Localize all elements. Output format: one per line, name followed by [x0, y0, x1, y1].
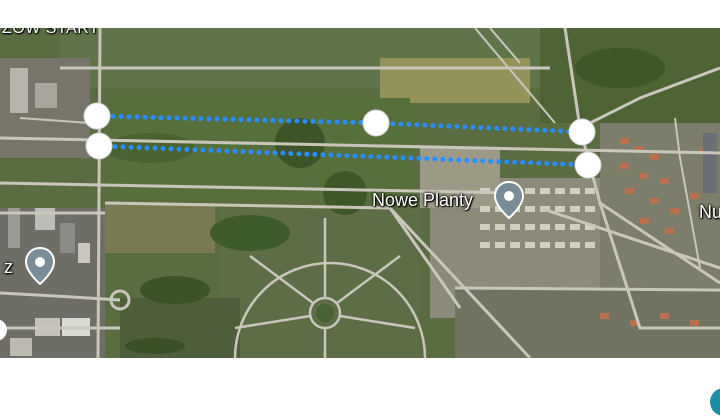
location-pin-icon[interactable]	[23, 246, 57, 286]
poi-label-left[interactable]: z	[4, 257, 13, 278]
street-label: ZOW START	[2, 28, 100, 37]
map-imagery	[0, 28, 720, 358]
satellite-map[interactable]: ZOW START Nowe Planty z Nu	[0, 28, 720, 358]
poi-label-right[interactable]: Nu	[699, 202, 720, 223]
floating-action-button[interactable]	[710, 388, 720, 416]
poi-label-nowe-planty[interactable]: Nowe Planty	[372, 190, 473, 211]
top-strip	[0, 0, 720, 28]
bottom-panel	[0, 358, 720, 420]
location-pin-icon[interactable]	[492, 180, 526, 220]
